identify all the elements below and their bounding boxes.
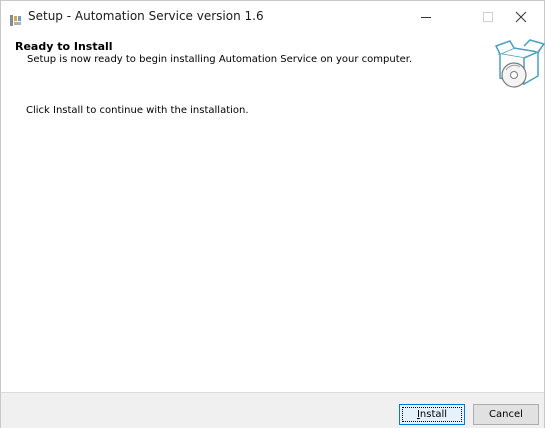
close-button[interactable] (498, 1, 544, 33)
minimize-button[interactable] (403, 1, 449, 33)
maximize-icon (483, 12, 493, 22)
close-icon (515, 11, 527, 23)
focus-ring (402, 407, 462, 422)
wizard-header: Ready to Install Setup is now ready to b… (1, 33, 545, 96)
setup-window: Setup - Automation Service version 1.6 R… (0, 0, 545, 428)
cancel-button[interactable]: Cancel (473, 404, 539, 425)
wizard-footer: Install Cancel (1, 393, 544, 428)
install-instruction: Click Install to continue with the insta… (26, 105, 249, 116)
page-subtitle: Setup is now ready to begin installing A… (27, 54, 413, 65)
box-with-disc-icon (494, 38, 545, 90)
setup-app-icon (10, 11, 22, 26)
page-title: Ready to Install (15, 40, 113, 53)
minimize-icon (421, 17, 431, 18)
install-button[interactable]: Install (399, 404, 465, 425)
maximize-button[interactable] (452, 1, 498, 33)
wizard-body: Click Install to continue with the insta… (1, 97, 544, 392)
window-title: Setup - Automation Service version 1.6 (28, 9, 264, 23)
title-bar[interactable]: Setup - Automation Service version 1.6 (1, 1, 544, 33)
